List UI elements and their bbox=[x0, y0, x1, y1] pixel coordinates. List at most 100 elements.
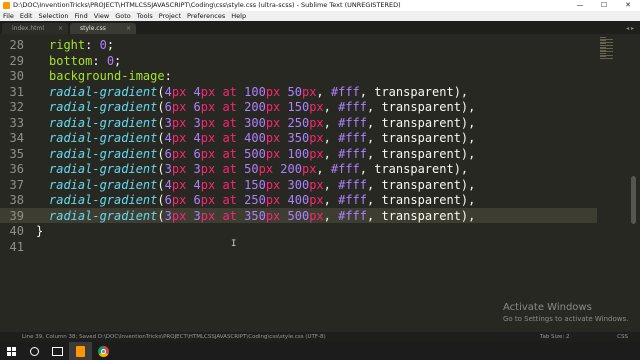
code-token: 50 bbox=[287, 84, 302, 99]
code-token: 350 bbox=[244, 208, 266, 223]
code-token: px bbox=[309, 115, 324, 130]
code-line[interactable]: radial-gradient(4px 4px at 100px 50px, #… bbox=[49, 85, 468, 99]
minimap[interactable] bbox=[597, 34, 627, 332]
line-number: 30 bbox=[9, 69, 24, 83]
code-token: bottom bbox=[49, 53, 93, 68]
code-token: , transparent), bbox=[367, 115, 476, 130]
tab-style-css[interactable]: style.css × bbox=[70, 23, 136, 34]
code-token: px bbox=[265, 115, 281, 130]
line-number: 35 bbox=[9, 146, 24, 161]
tab-scroll-arrows-icon[interactable]: ◂ ▸ bbox=[626, 23, 640, 34]
code-token: px bbox=[265, 208, 281, 223]
code-line[interactable]: radial-gradient(3px 3px at 300px 250px, … bbox=[49, 116, 475, 130]
code-token: radial-gradient bbox=[49, 100, 158, 114]
code-editor[interactable]: 28 29 30 31 32 33 34 35 36 37 38 39 40 41 right: 0; bo… bbox=[0, 34, 597, 332]
code-token: 500 bbox=[244, 146, 266, 161]
menu-edit[interactable]: Edit bbox=[17, 11, 36, 21]
code-line[interactable]: right: 0; bbox=[49, 38, 114, 52]
code-token: ( bbox=[157, 131, 165, 145]
code-token: : bbox=[92, 53, 107, 68]
menu-view[interactable]: View bbox=[91, 11, 112, 21]
code-line[interactable]: bottom: 0; bbox=[49, 54, 121, 68]
code-line[interactable]: radial-gradient(4px 4px at 400px 350px, … bbox=[49, 131, 475, 145]
title-bar: D:\DOC\InventionTricks\PROJECT\HTMLCSSJA… bbox=[0, 0, 640, 11]
tab-size-indicator[interactable]: Tab Size: 2 bbox=[540, 332, 600, 342]
menu-tools[interactable]: Tools bbox=[134, 11, 156, 21]
code-line[interactable]: radial-gradient(6px 6px at 200px 150px, … bbox=[49, 100, 475, 114]
code-token: at bbox=[222, 115, 237, 130]
tab-index-html[interactable]: index.html × bbox=[2, 23, 68, 34]
menu-find[interactable]: Find bbox=[71, 11, 90, 21]
syntax-indicator[interactable]: CSS bbox=[600, 332, 640, 342]
minimize-button[interactable]: — bbox=[568, 0, 592, 11]
code-token: 300 bbox=[244, 115, 266, 130]
code-token: #fff bbox=[338, 208, 368, 223]
line-number: 39 bbox=[9, 208, 24, 223]
code-token: ( bbox=[157, 115, 165, 130]
code-token: ( bbox=[157, 193, 165, 207]
line-number: 33 bbox=[9, 115, 24, 130]
code-token: , transparent), bbox=[367, 131, 476, 145]
code-token: px bbox=[309, 208, 324, 223]
menu-selection[interactable]: Selection bbox=[35, 11, 71, 21]
code-line[interactable]: } bbox=[36, 224, 43, 238]
menu-file[interactable]: File bbox=[0, 11, 17, 21]
code-token: 3 bbox=[193, 208, 201, 223]
close-button[interactable]: ✕ bbox=[616, 0, 640, 11]
code-token: 50 bbox=[244, 162, 259, 176]
code-token: ( bbox=[157, 162, 165, 176]
code-token: ( bbox=[157, 146, 165, 161]
sublime-taskbar-button[interactable] bbox=[69, 342, 92, 360]
code-token: 100 bbox=[287, 146, 310, 161]
menu-project[interactable]: Project bbox=[156, 11, 184, 21]
code-token: px bbox=[200, 115, 216, 130]
code-token: : bbox=[85, 38, 100, 52]
code-token: px bbox=[171, 208, 187, 223]
code-token: 3 bbox=[193, 115, 201, 130]
code-token: 6 bbox=[164, 146, 172, 161]
menu-help[interactable]: Help bbox=[228, 11, 249, 21]
code-line[interactable]: radial-gradient(4px 4px at 150px 300px, … bbox=[49, 178, 475, 192]
line-number: 41 bbox=[9, 239, 24, 254]
sublime-text-icon bbox=[76, 345, 85, 357]
chrome-taskbar-button[interactable] bbox=[92, 342, 115, 360]
code-token: px bbox=[171, 84, 187, 99]
code-token: ; bbox=[106, 38, 115, 52]
tab-close-icon[interactable]: × bbox=[58, 23, 63, 34]
code-token: ( bbox=[157, 100, 165, 114]
code-token: at bbox=[222, 84, 237, 99]
code-token: 3 bbox=[193, 162, 201, 176]
chrome-icon bbox=[98, 345, 109, 357]
task-view-button[interactable] bbox=[46, 342, 69, 360]
tab-bar: index.html × style.css × ◂ ▸ bbox=[0, 21, 640, 34]
code-token: radial-gradient bbox=[49, 131, 158, 145]
start-button[interactable] bbox=[0, 342, 23, 360]
code-line[interactable]: radial-gradient(6px 6px at 250px 400px, … bbox=[49, 193, 475, 207]
search-button[interactable] bbox=[23, 342, 46, 360]
menu-goto[interactable]: Goto bbox=[112, 11, 134, 21]
code-token: 6 bbox=[164, 100, 172, 114]
code-token: radial-gradient bbox=[49, 115, 158, 130]
maximize-button[interactable]: ☐ bbox=[592, 0, 616, 11]
code-line[interactable]: radial-gradient(3px 3px at 50px 200px, #… bbox=[49, 162, 468, 176]
vertical-scrollbar[interactable] bbox=[627, 34, 640, 332]
menu-preferences[interactable]: Preferences bbox=[184, 11, 228, 21]
tab-close-icon[interactable]: × bbox=[126, 23, 131, 34]
code-line[interactable]: background-image: bbox=[49, 69, 172, 83]
code-token: #fff bbox=[338, 177, 368, 192]
code-token: , transparent), bbox=[359, 162, 469, 176]
code-line[interactable]: radial-gradient(3px 3px at 350px 500px, … bbox=[49, 209, 475, 223]
code-token: px bbox=[171, 193, 187, 207]
code-line[interactable]: radial-gradient(6px 6px at 500px 100px, … bbox=[49, 147, 475, 161]
code-token: 6 bbox=[193, 100, 201, 114]
scroll-thumb[interactable] bbox=[631, 176, 636, 224]
code-token: px bbox=[171, 100, 187, 114]
line-number: 40 bbox=[9, 224, 24, 238]
code-token: , transparent), bbox=[367, 177, 476, 192]
